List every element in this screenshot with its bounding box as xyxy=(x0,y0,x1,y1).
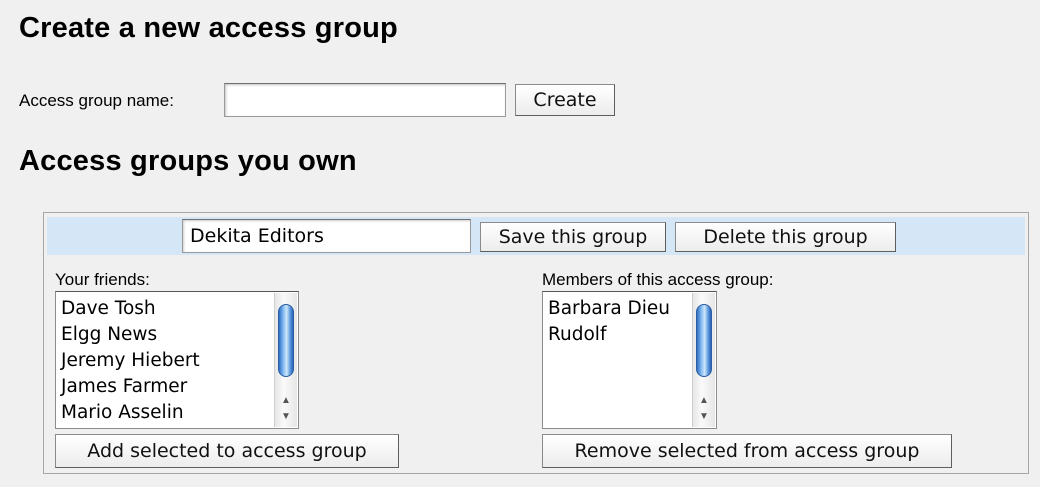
save-group-button[interactable]: Save this group xyxy=(480,222,666,252)
access-group-name-input[interactable] xyxy=(224,83,506,117)
friends-listbox[interactable]: Dave Tosh Elgg News Jeremy Hiebert James… xyxy=(55,291,299,429)
scroll-down-icon[interactable]: ▼ xyxy=(693,409,715,425)
list-item[interactable]: Mario Asselin xyxy=(61,400,274,426)
group-name-input[interactable] xyxy=(182,219,471,253)
members-label: Members of this access group: xyxy=(542,270,774,289)
list-item[interactable]: Jeremy Hiebert xyxy=(61,348,274,374)
friends-label: Your friends: xyxy=(55,270,150,289)
list-item[interactable]: James Farmer xyxy=(61,374,274,400)
members-scrollbar[interactable]: ▲ ▼ xyxy=(692,293,715,427)
remove-from-group-button[interactable]: Remove selected from access group xyxy=(542,434,952,468)
scroll-thumb[interactable] xyxy=(696,304,712,377)
delete-group-button[interactable]: Delete this group xyxy=(675,222,896,252)
scroll-up-icon[interactable]: ▲ xyxy=(275,393,297,409)
scroll-up-icon[interactable]: ▲ xyxy=(693,393,715,409)
scroll-down-icon[interactable]: ▼ xyxy=(275,409,297,425)
members-listbox[interactable]: Barbara Dieu Rudolf ▲ ▼ xyxy=(542,291,717,429)
friends-scrollbar[interactable]: ▲ ▼ xyxy=(274,293,297,427)
list-item[interactable]: Dave Tosh xyxy=(61,296,274,322)
group-header: Save this group Delete this group xyxy=(47,217,1025,255)
add-to-group-button[interactable]: Add selected to access group xyxy=(55,434,399,468)
list-item[interactable]: Barbara Dieu xyxy=(548,296,692,322)
list-item[interactable]: Elgg News xyxy=(61,322,274,348)
page-title: Create a new access group xyxy=(19,12,398,44)
owned-groups-title: Access groups you own xyxy=(19,145,357,177)
list-item[interactable]: Rudolf xyxy=(548,322,692,348)
access-group-panel: Save this group Delete this group Your f… xyxy=(43,212,1029,474)
access-group-name-label: Access group name: xyxy=(19,91,174,110)
scroll-thumb[interactable] xyxy=(278,304,294,377)
create-button[interactable]: Create xyxy=(515,84,615,116)
